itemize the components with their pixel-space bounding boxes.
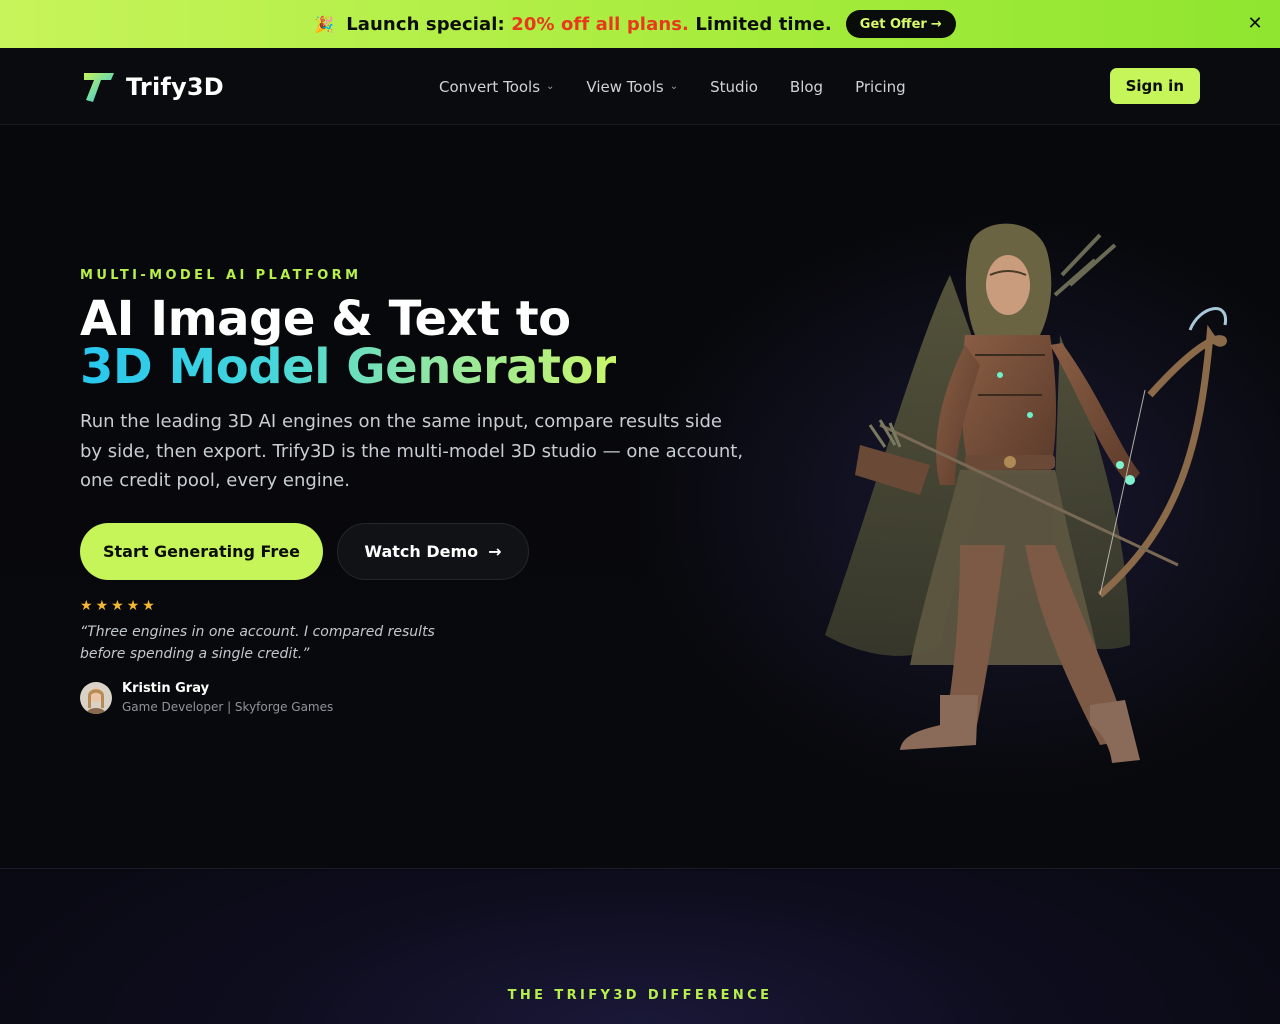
promo-text: Launch special: 20% off all plans. Limit… [346, 14, 832, 35]
menu-item-label: Blog [789, 77, 824, 96]
menu-convert-tools[interactable]: Convert Tools ⌄ [439, 78, 554, 96]
chevron-down-icon: ⌄ [669, 81, 679, 92]
menu-item-label: View Tools [586, 77, 664, 96]
hero-subtitle: Run the leading 3D AI engines on the sam… [80, 411, 744, 491]
hero-eyebrow: MULTI-MODEL AI PLATFORM [80, 268, 362, 283]
brand-logo[interactable]: Trify3D [82, 70, 224, 104]
author-role: Game Developer | Skyforge Games [122, 700, 334, 714]
avatar [80, 681, 112, 714]
hero-title: AI Image & Text to 3D Model Generator [80, 291, 617, 395]
menu-item-label: Pricing [855, 77, 906, 96]
star-icon: ★ [142, 598, 155, 614]
promo-text-after: Limited time. [689, 13, 832, 35]
promo-highlight: 20% off all plans. [511, 13, 689, 35]
difference-eyebrow: THE TRIFY3D DIFFERENCE [507, 988, 773, 1003]
main-menu: Convert Tools ⌄ View Tools ⌄ Studio Blog… [439, 48, 938, 125]
star-icon: ★ [95, 598, 109, 614]
chevron-down-icon: ⌄ [546, 81, 555, 92]
hero-section: MULTI-MODEL AI PLATFORM AI Image & Text … [0, 125, 1280, 869]
watch-demo-label: Watch Demo [364, 542, 479, 561]
arrow-right-icon: → [930, 16, 942, 32]
promo-text-before: Launch special: [346, 13, 512, 35]
close-icon[interactable]: ✕ [1246, 15, 1264, 33]
rating-stars: ★ ★ ★ ★ ★ [80, 599, 155, 613]
hero-title-line-1: AI Image & Text to [80, 291, 571, 347]
promo-banner: 🎉 Launch special: 20% off all plans. Lim… [0, 0, 1280, 48]
arrow-right-icon: → [488, 542, 502, 561]
start-generating-button[interactable]: Start Generating Free [80, 523, 323, 580]
menu-view-tools[interactable]: View Tools ⌄ [586, 78, 678, 96]
get-offer-button[interactable]: Get Offer → [845, 10, 956, 38]
testimonial-quote: “Three engines in one account. I compare… [80, 624, 435, 662]
promo-content: 🎉 Launch special: 20% off all plans. Lim… [314, 10, 956, 38]
watch-demo-button[interactable]: Watch Demo → [337, 523, 529, 580]
menu-studio[interactable]: Studio [710, 78, 758, 96]
menu-item-label: Convert Tools [439, 77, 541, 96]
trify-logo-icon [84, 73, 114, 102]
sign-in-button[interactable]: Sign in [1109, 68, 1200, 104]
menu-pricing[interactable]: Pricing [855, 78, 906, 96]
author-name: Kristin Gray [122, 681, 210, 696]
testimonial-author: Kristin Gray Game Developer | Skyforge G… [80, 681, 333, 714]
difference-section: THE TRIFY3D DIFFERENCE [0, 870, 1280, 1024]
hero-3d-model-image [825, 223, 1228, 763]
star-icon: ★ [80, 598, 93, 614]
star-icon: ★ [111, 598, 124, 614]
get-offer-label: Get Offer [859, 16, 927, 32]
hero-title-line-2: 3D Model Generator [80, 339, 617, 395]
top-nav: Trify3D Convert Tools ⌄ View Tools ⌄ Stu… [0, 48, 1280, 125]
menu-blog[interactable]: Blog [790, 78, 823, 96]
avatar-image [80, 681, 112, 714]
menu-item-label: Studio [710, 77, 758, 96]
star-icon: ★ [126, 598, 140, 614]
party-icon: 🎉 [314, 14, 335, 34]
brand-name: Trify3D [126, 73, 224, 101]
